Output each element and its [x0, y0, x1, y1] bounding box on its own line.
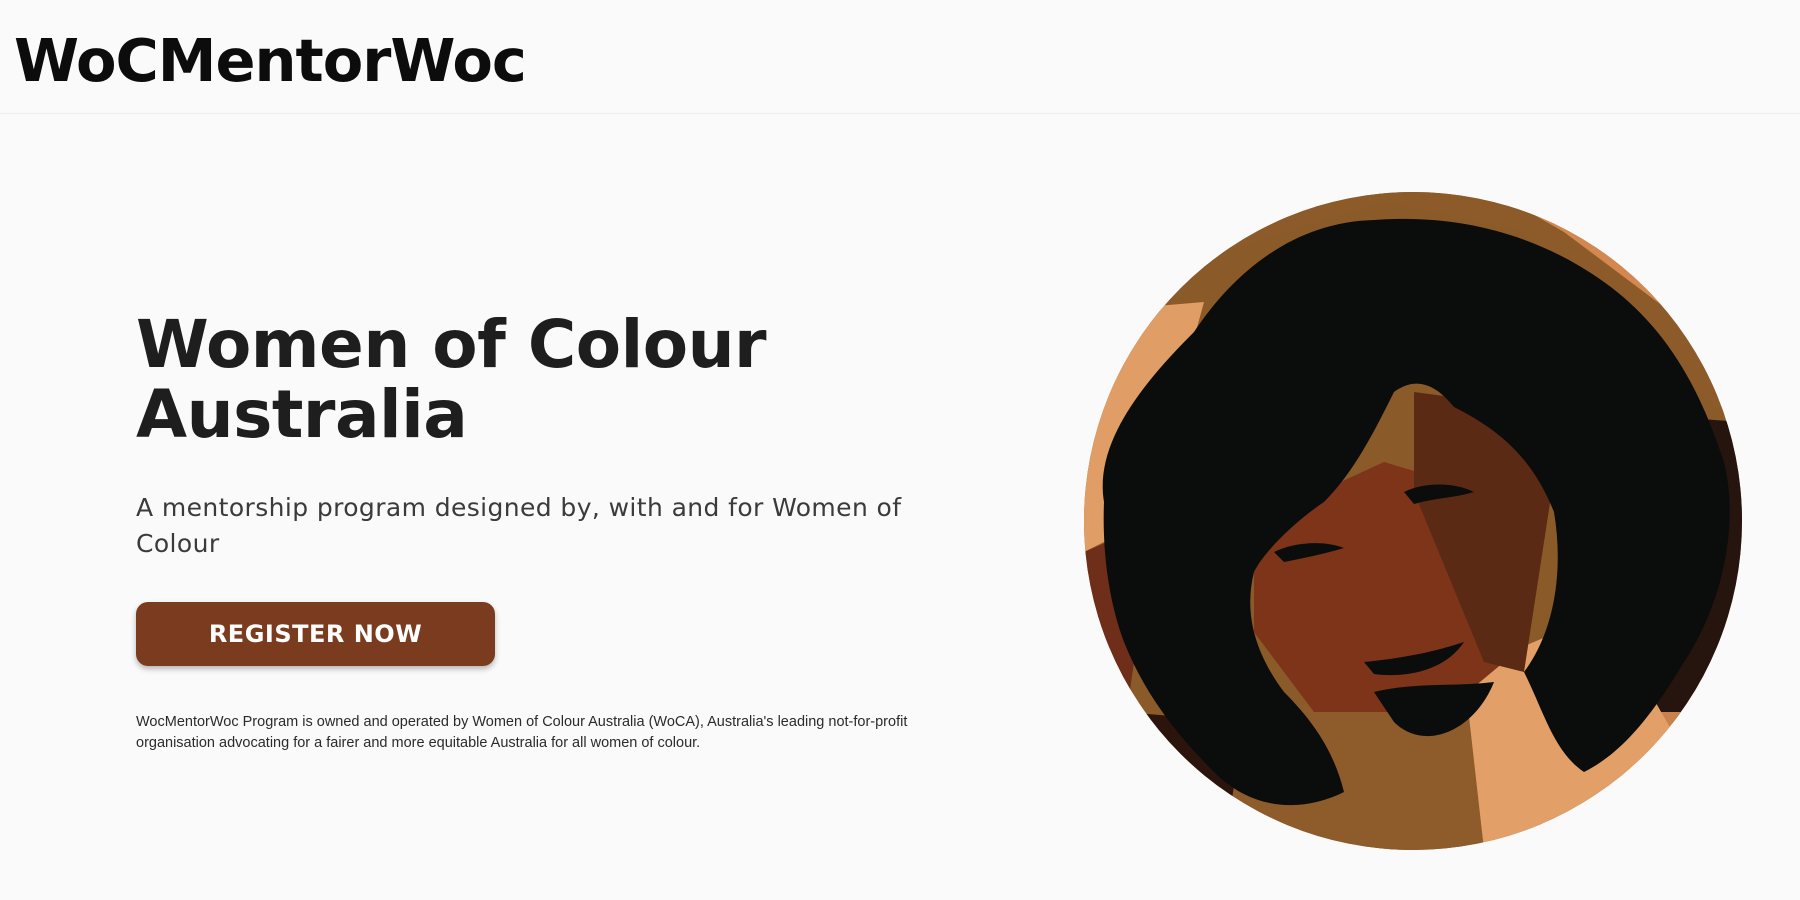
- hero-section: Women of Colour Australia A mentorship p…: [136, 310, 936, 754]
- portrait-svg: [1084, 192, 1742, 850]
- site-header: WoCMentorWoc: [0, 0, 1800, 114]
- woman-portrait-illustration: [1084, 192, 1742, 850]
- site-logo-wordmark[interactable]: WoCMentorWoc: [14, 22, 527, 100]
- register-now-button[interactable]: REGISTER NOW: [136, 602, 495, 666]
- hero-title: Women of Colour Australia: [136, 306, 767, 453]
- hero-subtitle: A mentorship program designed by, with a…: [136, 493, 902, 558]
- ownership-disclaimer: WocMentorWoc Program is owned and operat…: [136, 714, 908, 751]
